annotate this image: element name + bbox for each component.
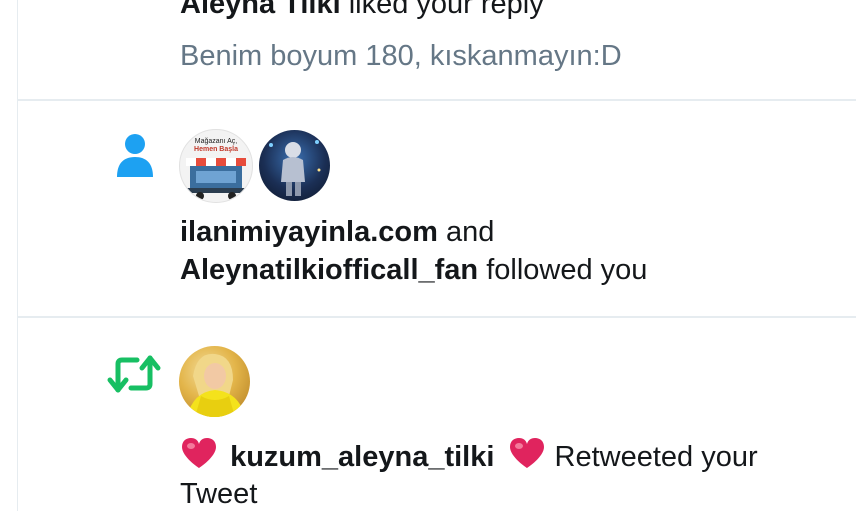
retweet-icon <box>107 355 161 393</box>
follower-1-name[interactable]: ilanimiyayinla.com <box>180 216 438 248</box>
retweet-text-line2: Tweet <box>180 478 258 510</box>
follow-text-line2: Aleynatilkiofficall_fan followed you <box>180 252 647 288</box>
follower-2-name[interactable]: Aleynatilkiofficall_fan <box>180 254 478 286</box>
follow-action: followed you <box>486 254 648 286</box>
follow-text-line1: ilanimiyayinla.com and <box>180 214 494 250</box>
like-text: Aleyna Tilki liked your reply <box>180 0 544 22</box>
heart-emoji-icon <box>510 438 545 468</box>
notification-divider <box>17 316 856 318</box>
notification-divider <box>17 99 856 101</box>
retweet-text-line1: kuzum_aleyna_tilki Retweeted your <box>180 436 758 475</box>
avatar-text-line1: Mağazanı Aç, <box>195 138 237 145</box>
like-actor-name[interactable]: Aleyna Tilki <box>180 0 341 20</box>
store-icon: Mağazanı Aç, Hemen Başla <box>184 138 248 200</box>
profile-photo-icon <box>187 353 245 417</box>
avatar-text-line2: Hemen Başla <box>194 146 238 153</box>
retweeter-name[interactable]: kuzum_aleyna_tilki <box>230 441 494 473</box>
timeline-left-border <box>17 0 18 511</box>
performer-image-icon <box>269 140 321 196</box>
retweeter-avatar[interactable] <box>179 346 250 417</box>
follow-conjunction: and <box>445 216 495 248</box>
liked-reply-snippet[interactable]: Benim boyum 180, kıskanmayın:D <box>180 38 622 74</box>
store-logo-avatar[interactable]: Mağazanı Aç, Hemen Başla <box>179 129 253 203</box>
retweet-action: Retweeted your <box>554 441 758 473</box>
person-icon <box>117 134 153 177</box>
fan-account-avatar[interactable] <box>259 130 330 201</box>
heart-emoji-icon <box>182 438 216 468</box>
like-action: liked your reply <box>348 0 544 20</box>
